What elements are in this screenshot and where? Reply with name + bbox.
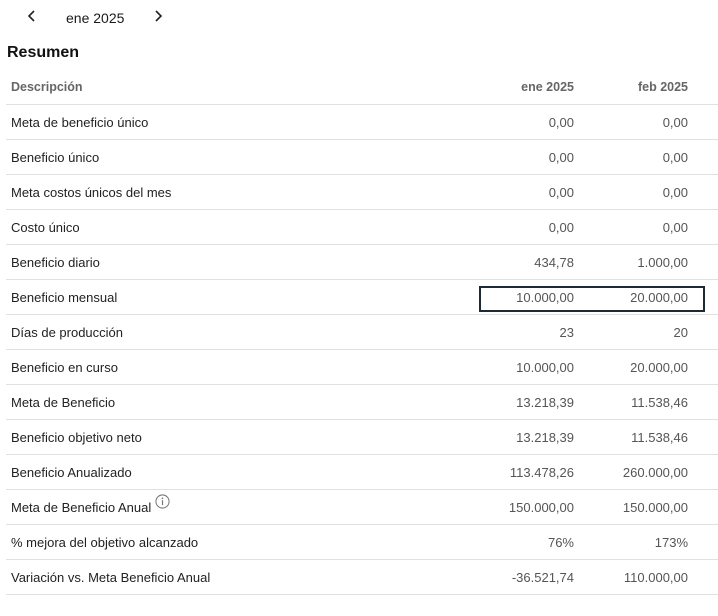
- row-label: Meta de Beneficio: [11, 394, 116, 410]
- row-label-cell: Costo único: [6, 209, 406, 245]
- row-label-cell: Beneficio objetivo neto: [6, 419, 406, 455]
- table-row: Meta costos únicos del mes 0,00 0,00: [6, 174, 718, 210]
- section-title: Resumen: [7, 44, 80, 61]
- row-label: Beneficio mensual: [11, 289, 118, 305]
- table-header-row: Descripción ene 2025 feb 2025: [6, 70, 718, 105]
- chevron-left-icon: [27, 10, 35, 22]
- row-value-feb: 260.000,00: [574, 454, 688, 490]
- row-label: % mejora del objetivo alcanzado: [11, 534, 199, 550]
- column-header-jan[interactable]: ene 2025: [406, 70, 574, 105]
- row-label: Beneficio único: [11, 149, 100, 165]
- table-row: Días de producción 23 20: [6, 314, 718, 350]
- row-value-jan: 0,00: [406, 139, 574, 175]
- row-value-jan: 10.000,00: [406, 279, 574, 315]
- row-value-jan: 23: [406, 314, 574, 350]
- row-label: Beneficio diario: [11, 254, 100, 270]
- row-label-cell: Meta de Beneficio Anual: [6, 489, 406, 525]
- row-label-cell: Variación vs. Meta Beneficio Anual: [6, 559, 406, 595]
- table-row: Meta de beneficio único 0,00 0,00: [6, 104, 718, 140]
- column-header-feb[interactable]: feb 2025: [574, 70, 688, 105]
- table-row: % mejora del objetivo alcanzado 76% 173%: [6, 524, 718, 560]
- row-value-feb: 11.538,46: [574, 419, 688, 455]
- row-value-feb: 11.538,46: [574, 384, 688, 420]
- period-navigator: ene 2025: [0, 0, 718, 36]
- row-value-feb: 173%: [574, 524, 688, 560]
- row-value-jan: 113.478,26: [406, 454, 574, 490]
- row-spacer: [688, 489, 718, 525]
- row-spacer: [688, 559, 718, 595]
- row-label-cell: Meta de beneficio único: [6, 104, 406, 140]
- row-spacer: [688, 454, 718, 490]
- row-label: Beneficio en curso: [11, 359, 118, 375]
- row-label: Meta de Beneficio Anual: [11, 499, 152, 515]
- row-label: Días de producción: [11, 324, 124, 340]
- row-label-cell: Días de producción: [6, 314, 406, 350]
- row-value-feb: 20: [574, 314, 688, 350]
- row-value-feb: 20.000,00: [574, 349, 688, 385]
- row-label: Variación vs. Meta Beneficio Anual: [11, 569, 211, 585]
- table-row: Beneficio único 0,00 0,00: [6, 139, 718, 175]
- next-period-button[interactable]: [147, 4, 169, 28]
- row-label-cell: Meta de Beneficio: [6, 384, 406, 420]
- row-spacer: [688, 139, 718, 175]
- row-value-feb: 0,00: [574, 209, 688, 245]
- row-value-jan: 10.000,00: [406, 349, 574, 385]
- row-label-cell: % mejora del objetivo alcanzado: [6, 524, 406, 560]
- row-value-feb: 20.000,00: [574, 279, 688, 315]
- row-label-cell: Beneficio Anualizado: [6, 454, 406, 490]
- row-spacer: [688, 384, 718, 420]
- table-row: Beneficio diario 434,78 1.000,00: [6, 244, 718, 280]
- row-spacer: [688, 524, 718, 560]
- row-spacer: [688, 244, 718, 280]
- table-row: Meta de Beneficio Anual 150.000,00 150.000…: [6, 489, 718, 525]
- table-row: Beneficio en curso 10.000,00 20.000,00: [6, 349, 718, 385]
- row-value-jan: 13.218,39: [406, 419, 574, 455]
- column-header-description[interactable]: Descripción: [6, 70, 406, 105]
- row-label: Meta de beneficio único: [11, 114, 149, 130]
- row-spacer: [688, 349, 718, 385]
- row-spacer: [688, 104, 718, 140]
- row-value-feb: 1.000,00: [574, 244, 688, 280]
- row-value-jan: 150.000,00: [406, 489, 574, 525]
- chevron-right-icon: [155, 10, 163, 22]
- table-row: Beneficio Anualizado 113.478,26 260.000,00: [6, 454, 718, 490]
- row-label: Meta costos únicos del mes: [11, 184, 172, 200]
- row-value-jan: 434,78: [406, 244, 574, 280]
- row-label-cell: Beneficio único: [6, 139, 406, 175]
- row-value-jan: 13.218,39: [406, 384, 574, 420]
- row-value-jan: 76%: [406, 524, 574, 560]
- table-row: Beneficio objetivo neto 13.218,39 11.538,4…: [6, 419, 718, 455]
- previous-period-button[interactable]: [21, 4, 43, 28]
- column-header-spacer: [688, 70, 718, 105]
- current-period-label: ene 2025: [66, 10, 125, 26]
- row-value-feb: 150.000,00: [574, 489, 688, 525]
- row-value-jan: -36.521,74: [406, 559, 574, 595]
- table-row: Meta de Beneficio 13.218,39 11.538,46: [6, 384, 718, 420]
- row-value-feb: 0,00: [574, 174, 688, 210]
- row-spacer: [688, 419, 718, 455]
- row-spacer: [688, 314, 718, 350]
- table-row: Costo único 0,00 0,00: [6, 209, 718, 245]
- row-value-jan: 0,00: [406, 209, 574, 245]
- row-label: Beneficio objetivo neto: [11, 429, 142, 445]
- table-row: Beneficio mensual 10.000,00 20.000,00: [6, 279, 718, 315]
- row-value-feb: 0,00: [574, 104, 688, 140]
- row-label: Costo único: [11, 219, 80, 235]
- table-row: Variación vs. Meta Beneficio Anual -36.52…: [6, 559, 718, 595]
- row-label-cell: Beneficio diario: [6, 244, 406, 280]
- row-label: Beneficio Anualizado: [11, 464, 132, 480]
- row-value-feb: 110.000,00: [574, 559, 688, 595]
- row-label-cell: Meta costos únicos del mes: [6, 174, 406, 210]
- row-label-cell: Beneficio mensual: [6, 279, 406, 315]
- row-spacer: [688, 174, 718, 210]
- row-spacer: [688, 209, 718, 245]
- row-value-jan: 0,00: [406, 104, 574, 140]
- row-value-jan: 0,00: [406, 174, 574, 210]
- row-value-feb: 0,00: [574, 139, 688, 175]
- row-spacer: [688, 279, 718, 315]
- info-icon[interactable]: [155, 493, 170, 512]
- row-label-cell: Beneficio en curso: [6, 349, 406, 385]
- summary-table: Descripción ene 2025 feb 2025 Meta de be…: [6, 70, 718, 595]
